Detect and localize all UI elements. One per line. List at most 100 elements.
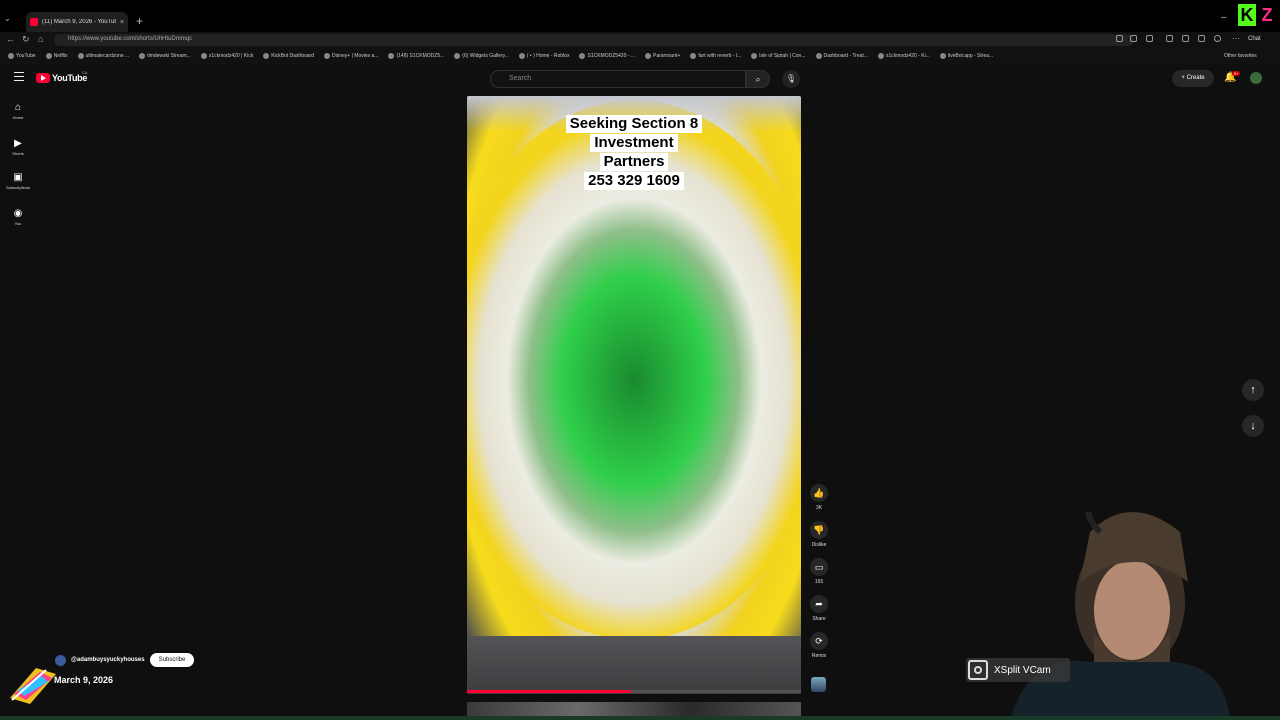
short-video-player[interactable]: Seeking Section 8 Investment Partners 25…: [467, 96, 801, 694]
bookmark-item[interactable]: Dashboard - Treat...: [815, 53, 868, 59]
url-field[interactable]: [54, 34, 1134, 46]
bookmark-favicon-icon: [8, 53, 14, 59]
extensions-puzzle-icon[interactable]: [1146, 35, 1153, 42]
reload-icon[interactable]: ↻: [22, 34, 30, 45]
bookmark-item[interactable]: (6) Widgets Gallery...: [454, 53, 509, 59]
bookmark-item[interactable]: YouTube: [8, 53, 36, 59]
favorites-icon[interactable]: [1182, 35, 1189, 42]
bookmark-favicon-icon: [815, 53, 822, 59]
url-text: https://www.youtube.com/shorts/UhHtuDmmq…: [68, 36, 193, 42]
bookmark-item[interactable]: (148) S1CKMODZ5...: [388, 53, 444, 59]
bookmark-favicon-icon: [877, 53, 884, 59]
menu-icon[interactable]: [14, 72, 24, 84]
search-input[interactable]: Search: [490, 70, 746, 88]
bookmark-favicon-icon: [690, 53, 697, 59]
previous-short-button[interactable]: ↑: [1242, 379, 1264, 401]
country-code: CA: [82, 70, 88, 75]
split-screen-icon[interactable]: [1166, 35, 1173, 42]
bookmark-item[interactable]: Isle of Siptah | Con...: [751, 53, 806, 59]
bookmark-item[interactable]: KickBot Dashboard: [263, 53, 314, 59]
bookmark-item[interactable]: S1CKMODZ5420 - ...: [579, 53, 635, 59]
browser-tab-bar: [0, 0, 1280, 32]
download-icon[interactable]: [1198, 35, 1205, 42]
share-button[interactable]: ➦ Share: [806, 595, 832, 622]
channel-handle[interactable]: @adambuysyuckyhouses: [71, 657, 145, 663]
bookmark-favicon-icon: [324, 53, 331, 59]
favorite-star-icon[interactable]: [1130, 35, 1137, 42]
caption-line: Seeking Section 8: [565, 114, 703, 133]
create-button[interactable]: + Create: [1172, 70, 1214, 87]
bookmark-favicon-icon: [263, 53, 270, 59]
extension-icon[interactable]: [1116, 35, 1123, 42]
thumbs-down-icon: 👎: [810, 521, 828, 539]
xsplit-vcam-watermark: XSplit VCam: [966, 658, 1070, 682]
bookmark-item[interactable]: s1ckmodz420 | Kick: [200, 53, 253, 59]
like-button[interactable]: 👍 3K: [806, 484, 832, 511]
channel-avatar[interactable]: [55, 655, 66, 666]
search-icon[interactable]: ⌕: [746, 70, 770, 88]
minimize-window-button[interactable]: –: [1221, 12, 1227, 23]
webcam-overlay: [1010, 511, 1230, 720]
dislike-button[interactable]: 👎 Dislike: [806, 521, 832, 548]
progress-bar-fill: [467, 690, 631, 693]
video-frame-bottom: [467, 636, 801, 694]
notification-badge: 9+: [1232, 71, 1240, 76]
home-icon: ⌂: [14, 102, 22, 113]
bookmark-favicon-icon: [139, 53, 146, 59]
bookmark-favicon-icon: [644, 53, 651, 59]
remix-icon: ⟳: [810, 632, 828, 650]
bookmark-item[interactable]: fart with reverb - l...: [690, 53, 741, 59]
share-icon: ➦: [810, 595, 828, 613]
subscriptions-icon: ▣: [13, 172, 23, 183]
comments-button[interactable]: ▭ 165: [806, 558, 832, 585]
bookmark-item[interactable]: timdewski Stream...: [139, 53, 191, 59]
browser-tab-active[interactable]: (11) March 9, 2026 - YouTube ×: [26, 12, 128, 32]
you-icon: ◉: [13, 208, 23, 219]
bookmark-item[interactable]: liveBot.app - Strea...: [939, 53, 993, 59]
short-title[interactable]: March 9, 2026: [54, 675, 113, 685]
youtube-favicon-icon: [30, 18, 38, 26]
bookmark-item[interactable]: Netflix: [45, 53, 68, 59]
bookmark-favicon-icon: [388, 53, 395, 59]
kick-z-icon: Z: [1261, 5, 1273, 25]
bookmark-favicon-icon: [45, 53, 52, 59]
nav-subscriptions[interactable]: ▣ Subscriptions: [0, 172, 36, 190]
remix-button[interactable]: ⟳ Remix: [806, 632, 832, 659]
nav-home[interactable]: ⌂ Home: [0, 102, 36, 120]
caption-line: Investment: [590, 133, 678, 152]
next-short-button[interactable]: ↓: [1242, 415, 1264, 437]
caption-line: Partners: [599, 152, 669, 171]
youtube-logo-icon[interactable]: [36, 73, 50, 83]
bookmark-favicon-icon: [751, 53, 758, 59]
nav-you[interactable]: ◉ You: [0, 208, 36, 226]
tab-search-icon[interactable]: ⌄: [4, 14, 11, 23]
bookmark-favicon-icon: [579, 53, 586, 59]
new-tab-button[interactable]: +: [136, 14, 143, 28]
bookmarks-bar: YouTube Netflix ultimatecardzone ... tim…: [0, 48, 1280, 64]
taskbar-edge: [0, 716, 1280, 720]
bookmark-item[interactable]: Disney+ | Movies a...: [324, 53, 378, 59]
microphone-icon[interactable]: 🎙: [782, 70, 800, 88]
nav-shorts[interactable]: ▶ Shorts: [0, 138, 36, 156]
bookmark-favicon-icon: [518, 53, 525, 59]
caption-line: 253 329 1609: [584, 171, 684, 190]
close-tab-icon[interactable]: ×: [120, 19, 124, 26]
comment-icon: ▭: [810, 558, 828, 576]
bookmark-favicon-icon: [454, 53, 461, 59]
profile-icon[interactable]: [1214, 35, 1221, 42]
subscribe-button[interactable]: Subscribe: [150, 653, 194, 667]
bookmark-item[interactable]: ( • ) Home - Roblox: [518, 53, 569, 59]
account-avatar[interactable]: [1250, 72, 1262, 84]
chat-button[interactable]: Chat: [1248, 36, 1261, 42]
home-browser-icon[interactable]: ⌂: [38, 34, 43, 44]
back-icon[interactable]: ←: [6, 34, 15, 44]
bookmark-item[interactable]: Paramount+: [644, 53, 680, 59]
tab-title: (11) March 9, 2026 - YouTube: [42, 19, 116, 25]
bookmark-favicon-icon: [77, 53, 84, 59]
other-favorites[interactable]: Other favorites: [1224, 53, 1257, 59]
bookmark-item[interactable]: ultimatecardzone ...: [77, 53, 129, 59]
streamer-logo: [10, 668, 56, 704]
sound-thumbnail[interactable]: [811, 677, 826, 692]
more-menu-icon[interactable]: ⋯: [1232, 34, 1240, 43]
bookmark-item[interactable]: s1ckmodz420 - Ki...: [877, 53, 930, 59]
